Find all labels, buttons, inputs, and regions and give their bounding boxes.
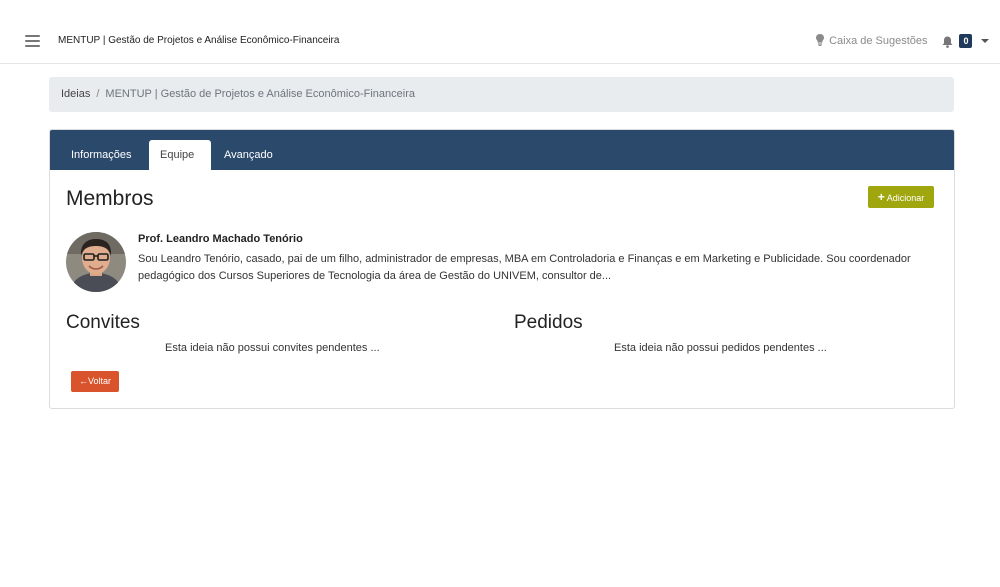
member-bio: Sou Leandro Tenório, casado, pai de um f… <box>138 253 911 282</box>
back-button[interactable]: ←Voltar <box>71 371 119 392</box>
tab-informacoes[interactable]: Informações <box>60 140 143 170</box>
add-member-label: Adicionar <box>886 193 925 203</box>
notifications-dropdown[interactable]: 0 <box>942 34 989 50</box>
requests-empty-text: Esta ideia não possui pedidos pendentes … <box>614 342 827 354</box>
idea-card: Informações Equipe Avançado Membros + Adi… <box>49 129 955 409</box>
breadcrumb-separator: / <box>96 88 100 100</box>
back-button-label: Voltar <box>87 376 111 386</box>
breadcrumb-current: MENTUP | Gestão de Projetos e Análise Ec… <box>105 88 415 100</box>
tab-bar: Informações Equipe Avançado <box>50 130 954 170</box>
tab-avancado[interactable]: Avançado <box>213 140 284 170</box>
top-navbar: MENTUP | Gestão de Projetos e Análise Ec… <box>0 0 1000 64</box>
member-name[interactable]: Prof. Leandro Machado Tenório <box>138 233 303 245</box>
member-photo <box>66 232 126 292</box>
invites-title: Convites <box>66 312 140 333</box>
tab-equipe[interactable]: Equipe <box>149 140 211 170</box>
members-title: Membros <box>66 187 154 210</box>
hamburger-menu-icon[interactable] <box>25 35 40 47</box>
suggestions-link[interactable]: Caixa de Sugestões <box>816 34 928 47</box>
suggestions-label: Caixa de Sugestões <box>829 35 928 47</box>
chevron-down-icon <box>980 39 989 43</box>
bell-icon <box>942 36 953 48</box>
plus-icon: + <box>877 190 885 204</box>
invites-empty-text: Esta ideia não possui convites pendentes… <box>165 342 380 354</box>
breadcrumb: Ideias / MENTUP | Gestão de Projetos e Aná… <box>49 77 954 112</box>
arrow-left-icon: ← <box>78 376 88 386</box>
avatar <box>66 232 126 292</box>
breadcrumb-ideias-link[interactable]: Ideias <box>61 88 90 100</box>
lightbulb-icon <box>816 34 824 46</box>
requests-title: Pedidos <box>514 312 583 333</box>
add-member-button[interactable]: + Adicionar <box>868 186 934 208</box>
notification-count-badge: 0 <box>959 34 973 48</box>
app-title[interactable]: MENTUP | Gestão de Projetos e Análise Ec… <box>58 35 339 46</box>
